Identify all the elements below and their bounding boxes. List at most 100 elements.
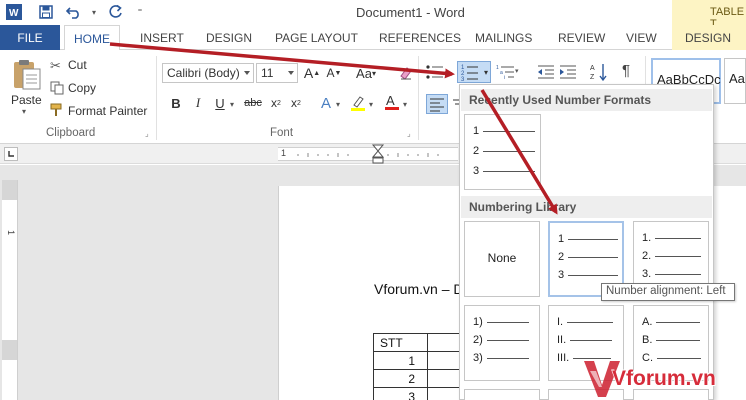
paste-icon[interactable] xyxy=(8,57,44,93)
font-color-dropdown-icon[interactable]: ▾ xyxy=(403,100,407,109)
ruler-number: 1 xyxy=(6,230,16,236)
table-row[interactable]: 2 xyxy=(373,369,468,388)
vertical-ruler[interactable]: 1 xyxy=(2,180,18,400)
format-painter-button[interactable]: Format Painter xyxy=(68,104,147,118)
svg-text:i: i xyxy=(504,75,505,81)
format-painter-icon xyxy=(50,103,64,120)
svg-text:1: 1 xyxy=(496,65,499,71)
window-title: Document1 - Word xyxy=(356,5,465,20)
text-effects-icon[interactable]: A xyxy=(316,93,336,113)
show-formatting-marks-icon[interactable]: ¶ xyxy=(622,62,630,79)
ruler-margin-shade xyxy=(2,180,17,200)
tab-page-layout[interactable]: PAGE LAYOUT xyxy=(275,31,358,45)
document-table[interactable]: STT 1 2 3 xyxy=(373,333,468,400)
copy-button[interactable]: Copy xyxy=(68,81,96,95)
tab-view[interactable]: VIEW xyxy=(626,31,657,45)
numbering-button[interactable]: 123 ▾ xyxy=(457,61,491,83)
chevron-down-icon xyxy=(288,71,294,75)
bold-icon[interactable]: B xyxy=(166,93,186,113)
list-item: I. xyxy=(557,316,614,328)
save-icon[interactable] xyxy=(36,3,56,21)
text-effects-dropdown-icon[interactable]: ▾ xyxy=(336,100,340,109)
font-size-combo[interactable]: 11 xyxy=(256,63,298,83)
numbering-dropdown-icon[interactable]: ▾ xyxy=(484,68,488,77)
change-case-icon[interactable]: Aa ▾ xyxy=(352,63,380,83)
recent-formats-header: Recently Used Number Formats xyxy=(461,89,712,111)
indent-marker-icon[interactable] xyxy=(370,144,386,164)
tab-review[interactable]: REVIEW xyxy=(558,31,605,45)
tab-table-design[interactable]: DESIGN xyxy=(685,31,731,45)
scissors-icon: ✂ xyxy=(50,58,61,73)
list-item: 1 xyxy=(473,125,536,137)
undo-icon[interactable] xyxy=(64,3,84,21)
undo-dropdown-icon[interactable]: ▾ xyxy=(84,3,104,21)
tab-selector-icon[interactable] xyxy=(4,147,18,161)
highlighter-icon[interactable] xyxy=(349,94,367,115)
grow-font-icon[interactable]: A ▲ xyxy=(302,63,322,83)
align-center-icon[interactable] xyxy=(450,96,459,114)
increase-indent-icon[interactable] xyxy=(559,65,577,82)
list-item: 3. xyxy=(642,268,702,280)
font-launcher-icon[interactable]: ⌟ xyxy=(407,129,411,138)
tab-mailings[interactable]: MAILINGS xyxy=(475,31,532,45)
bullets-icon[interactable] xyxy=(425,63,445,84)
redo-icon[interactable] xyxy=(106,3,126,21)
horizontal-ruler[interactable]: 1 xyxy=(278,147,458,161)
table-row[interactable]: 1 xyxy=(373,351,468,370)
multilevel-list-icon[interactable]: 1 a i ▾ xyxy=(496,63,520,84)
tab-file[interactable]: FILE xyxy=(0,25,60,50)
underline-icon[interactable]: U xyxy=(210,93,230,113)
highlight-dropdown-icon[interactable]: ▾ xyxy=(369,100,373,109)
font-name-combo[interactable]: Calibri (Body) xyxy=(162,63,254,83)
decrease-indent-icon[interactable] xyxy=(537,65,555,82)
font-color-icon[interactable]: A xyxy=(383,93,401,114)
table-header-cell[interactable]: STT xyxy=(373,333,428,352)
font-name-value: Calibri (Body) xyxy=(167,66,240,80)
list-item: B. xyxy=(642,334,701,346)
table-cell[interactable]: 1 xyxy=(373,351,428,370)
strikethrough-icon[interactable]: abc xyxy=(242,93,264,113)
list-item: A. xyxy=(642,316,701,328)
cut-button[interactable]: Cut xyxy=(68,58,87,72)
align-left-icon[interactable] xyxy=(426,94,448,114)
numbering-none-tile[interactable]: None xyxy=(464,221,540,297)
table-cell[interactable]: 3 xyxy=(373,387,428,400)
list-item: II. xyxy=(557,334,613,346)
list-item: 1. xyxy=(642,232,702,244)
font-size-value: 11 xyxy=(261,66,274,80)
subscript-icon[interactable]: x2 xyxy=(266,93,286,113)
numbering-format-tile[interactable] xyxy=(464,389,540,400)
italic-icon[interactable]: I xyxy=(188,93,208,113)
sort-icon[interactable]: AZ xyxy=(590,62,608,85)
svg-text:A: A xyxy=(386,93,395,108)
tab-references[interactable]: REFERENCES xyxy=(379,31,461,45)
none-label: None xyxy=(487,251,517,265)
svg-text:W: W xyxy=(9,8,19,19)
table-row[interactable]: 3 xyxy=(373,387,468,400)
document-text-line[interactable]: Vforum.vn – D xyxy=(374,281,463,297)
group-separator xyxy=(418,56,419,140)
table-row[interactable]: STT xyxy=(373,333,468,352)
list-item: 3 xyxy=(473,165,536,177)
clear-formatting-icon[interactable] xyxy=(396,63,416,83)
style-no-spacing[interactable]: Aa xyxy=(724,58,746,104)
superscript-icon[interactable]: x2 xyxy=(286,93,306,113)
paste-dropdown-icon[interactable]: ▾ xyxy=(22,107,26,116)
underline-dropdown-icon[interactable]: ▾ xyxy=(230,100,234,109)
numbering-format-tile[interactable]: 1) 2) 3) xyxy=(464,305,540,381)
clipboard-launcher-icon[interactable]: ⌟ xyxy=(145,129,149,138)
paste-button[interactable]: Paste xyxy=(11,93,42,107)
table-cell[interactable]: 2 xyxy=(373,369,428,388)
list-item: 2 xyxy=(558,251,619,263)
vforum-watermark: Vforum.vn xyxy=(582,357,746,400)
recent-format-tile[interactable]: 1 2 3 xyxy=(464,114,541,190)
list-item: 2) xyxy=(473,334,529,346)
svg-text:A: A xyxy=(590,65,595,72)
customize-qat-icon[interactable]: ⁼ xyxy=(130,3,150,21)
tab-home[interactable]: HOME xyxy=(64,25,120,51)
tab-insert[interactable]: INSERT xyxy=(140,31,184,45)
numbering-library-header: Numbering Library xyxy=(461,196,712,218)
clipboard-group-label: Clipboard xyxy=(46,127,96,139)
tab-design[interactable]: DESIGN xyxy=(206,31,252,45)
shrink-font-icon[interactable]: A ▼ xyxy=(324,63,344,83)
